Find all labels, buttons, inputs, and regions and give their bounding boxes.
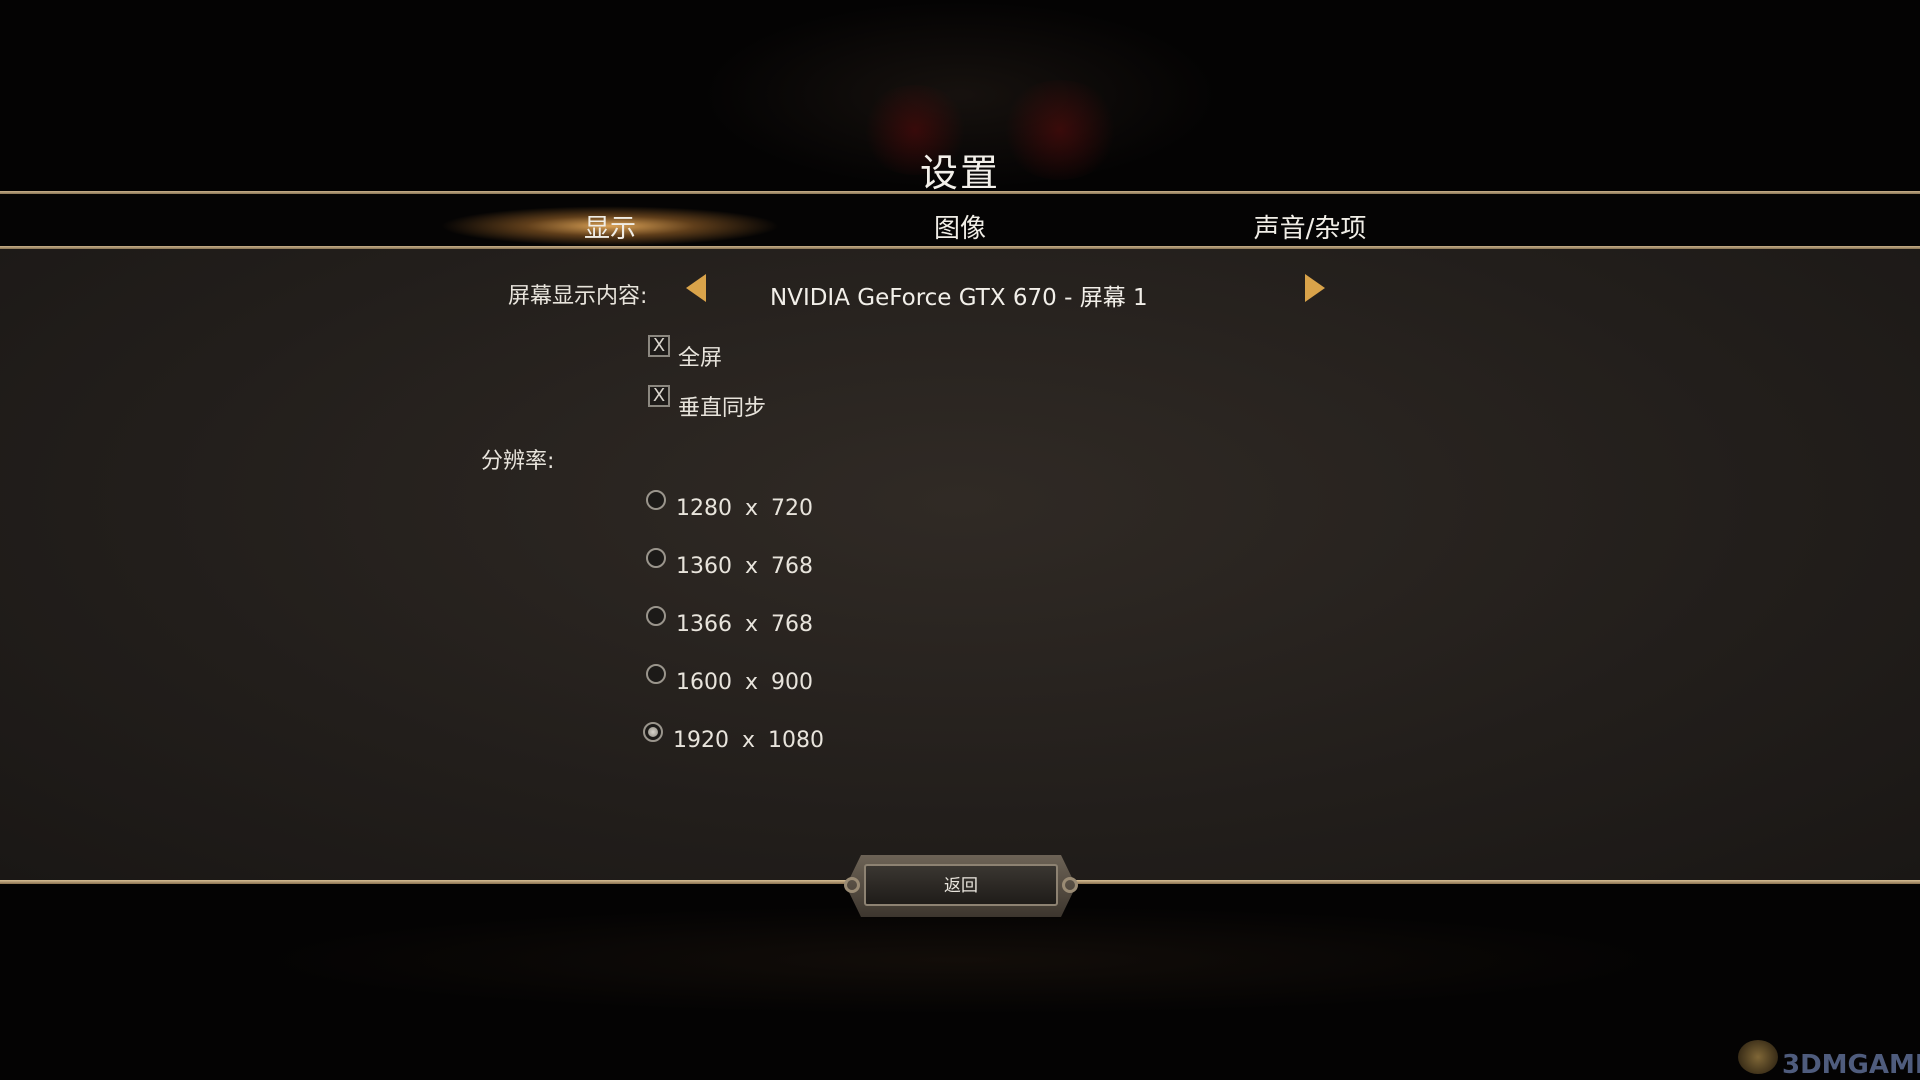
tab-display-label: 显示 [583, 214, 636, 244]
settings-screen: 设置 显示 图像 声音/杂项 屏幕显示内容: NVIDIA GeForce GT… [0, 0, 1920, 1080]
watermark-logo-icon [1738, 1040, 1778, 1074]
back-button[interactable]: 返回 [864, 864, 1058, 906]
tab-bar: 显示 图像 声音/杂项 [0, 194, 1920, 246]
ornament-swirl-icon [1062, 877, 1078, 893]
back-button-frame: 返回 [836, 855, 1086, 917]
resolution-radio[interactable] [646, 490, 666, 510]
tab-audio-misc[interactable]: 声音/杂项 [1180, 194, 1440, 246]
background-bottom-decoration [250, 905, 1670, 1015]
resolution-option-label: 1360 x 768 [676, 554, 813, 579]
fullscreen-label: 全屏 [678, 346, 723, 371]
previous-screen-arrow-icon[interactable] [686, 274, 706, 302]
tab-bar-top-border [0, 191, 1920, 194]
resolution-option-label: 1280 x 720 [676, 496, 813, 521]
resolution-option-label: 1366 x 768 [676, 612, 813, 637]
screen-display-label: 屏幕显示内容: [508, 284, 648, 309]
tab-display[interactable]: 显示 [440, 194, 780, 246]
screen-display-value: NVIDIA GeForce GTX 670 - 屏幕 1 [770, 285, 1148, 311]
fullscreen-checkbox[interactable]: X [648, 335, 670, 357]
next-screen-arrow-icon[interactable] [1305, 274, 1325, 302]
tab-graphics-label: 图像 [933, 214, 986, 244]
tab-graphics[interactable]: 图像 [830, 194, 1090, 246]
vsync-checkbox[interactable]: X [648, 385, 670, 407]
resolution-radio[interactable] [646, 664, 666, 684]
resolution-radio[interactable] [646, 606, 666, 626]
tab-audio-misc-label: 声音/杂项 [1253, 214, 1367, 244]
resolution-option-label: 1600 x 900 [676, 670, 813, 695]
page-title: 设置 [919, 151, 1000, 195]
vsync-label: 垂直同步 [678, 396, 767, 421]
resolution-label: 分辨率: [481, 449, 555, 474]
resolution-radio[interactable] [646, 548, 666, 568]
display-settings-panel [0, 249, 1920, 880]
ornament-swirl-icon [844, 877, 860, 893]
watermark: 3DMGAME [1782, 1050, 1920, 1080]
resolution-radio-selected[interactable] [643, 722, 663, 742]
resolution-option-label: 1920 x 1080 [673, 728, 824, 753]
